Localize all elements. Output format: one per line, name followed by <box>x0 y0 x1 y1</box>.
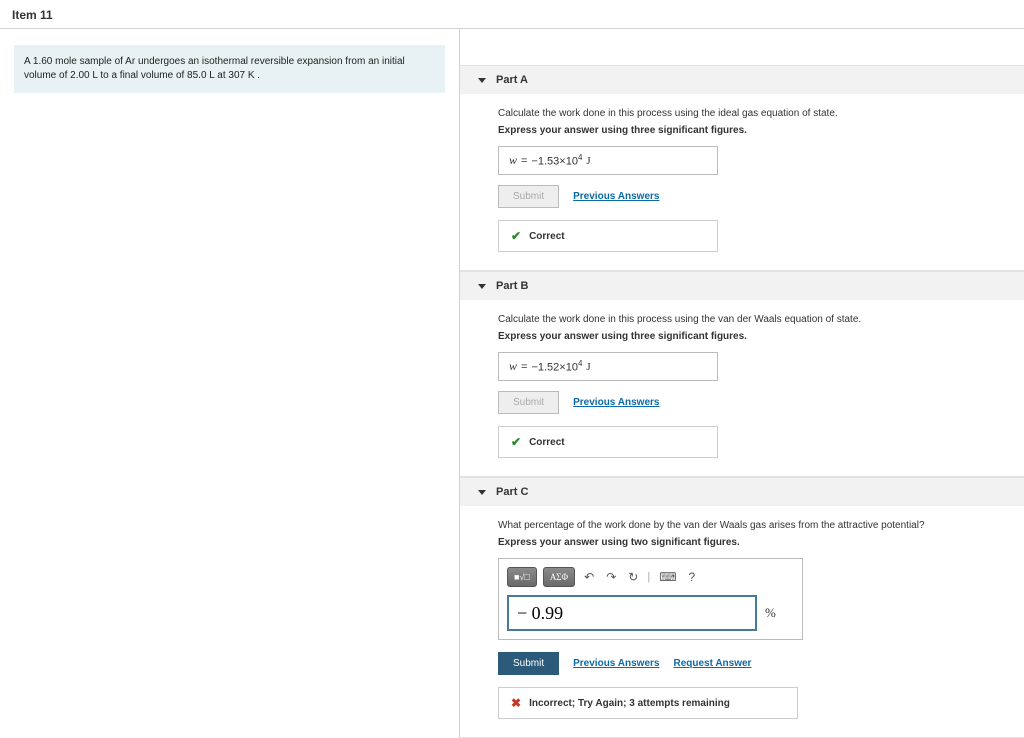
request-answer-link[interactable]: Request Answer <box>673 658 751 669</box>
part-c-label: Part C <box>496 486 528 498</box>
answer-unit: J <box>586 361 590 373</box>
part-c-prompt: What percentage of the work done by the … <box>498 520 1006 531</box>
toolbar-separator: | <box>647 571 650 583</box>
submit-button: Submit <box>498 391 559 414</box>
caret-down-icon <box>478 490 486 495</box>
page-title: Item 11 <box>0 0 1024 29</box>
redo-icon[interactable]: ↷ <box>603 570 619 584</box>
part-b-feedback: ✔ Correct <box>498 426 718 458</box>
part-a-prompt: Calculate the work done in this process … <box>498 108 1006 119</box>
part-c-header[interactable]: Part C <box>460 477 1024 506</box>
problem-statement: A 1.60 mole sample of Ar undergoes an is… <box>14 45 445 93</box>
part-c-buttons: Submit Previous Answers Request Answer <box>498 652 1006 675</box>
part-b-buttons: Submit Previous Answers <box>498 391 1006 414</box>
part-b-prompt: Calculate the work done in this process … <box>498 314 1006 325</box>
part-a-feedback: ✔ Correct <box>498 220 718 252</box>
part-b-body: Calculate the work done in this process … <box>460 300 1024 476</box>
part-c-instruction: Express your answer using two significan… <box>498 537 1006 548</box>
part-c: Part C What percentage of the work done … <box>460 477 1024 738</box>
template-tool-button[interactable]: ■√□ <box>507 567 537 587</box>
feedback-text: Correct <box>529 231 565 242</box>
part-a-label: Part A <box>496 74 528 86</box>
left-column: A 1.60 mole sample of Ar undergoes an is… <box>0 29 460 738</box>
part-b-instruction: Express your answer using three signific… <box>498 331 1006 342</box>
part-c-feedback: ✖ Incorrect; Try Again; 3 attempts remai… <box>498 687 798 719</box>
equals: = <box>521 155 527 167</box>
answer-variable: w <box>509 359 517 374</box>
answer-input-panel: ■√□ ΑΣΦ ↶ ↷ ↻ | ⌨ ? % <box>498 558 803 640</box>
symbols-tool-button[interactable]: ΑΣΦ <box>543 567 575 587</box>
previous-answers-link[interactable]: Previous Answers <box>573 397 659 408</box>
submit-button[interactable]: Submit <box>498 652 559 675</box>
part-a-body: Calculate the work done in this process … <box>460 94 1024 270</box>
help-icon[interactable]: ? <box>686 570 699 584</box>
answer-variable: w <box>509 153 517 168</box>
part-a: Part A Calculate the work done in this p… <box>460 65 1024 271</box>
answer-input[interactable] <box>507 595 757 631</box>
cross-icon: ✖ <box>511 696 521 710</box>
keyboard-icon[interactable]: ⌨ <box>656 570 679 584</box>
caret-down-icon <box>478 78 486 83</box>
check-icon: ✔ <box>511 229 521 243</box>
input-row: % <box>507 595 794 631</box>
reset-icon[interactable]: ↻ <box>625 570 641 584</box>
part-a-answer: w = −1.53×104 J <box>498 146 718 175</box>
part-b-header[interactable]: Part B <box>460 271 1024 300</box>
right-column: Part A Calculate the work done in this p… <box>460 29 1024 738</box>
undo-icon[interactable]: ↶ <box>581 570 597 584</box>
equals: = <box>521 361 527 373</box>
feedback-text: Correct <box>529 437 565 448</box>
answer-value: −1.52×104 <box>531 359 582 374</box>
caret-down-icon <box>478 284 486 289</box>
check-icon: ✔ <box>511 435 521 449</box>
part-b-answer: w = −1.52×104 J <box>498 352 718 381</box>
part-b: Part B Calculate the work done in this p… <box>460 271 1024 477</box>
answer-unit: J <box>586 155 590 167</box>
previous-answers-link[interactable]: Previous Answers <box>573 191 659 202</box>
unit-label: % <box>765 605 776 621</box>
previous-answers-link[interactable]: Previous Answers <box>573 658 659 669</box>
part-a-instruction: Express your answer using three signific… <box>498 125 1006 136</box>
main-layout: A 1.60 mole sample of Ar undergoes an is… <box>0 29 1024 738</box>
part-a-header[interactable]: Part A <box>460 65 1024 94</box>
part-a-buttons: Submit Previous Answers <box>498 185 1006 208</box>
part-b-label: Part B <box>496 280 528 292</box>
input-toolbar: ■√□ ΑΣΦ ↶ ↷ ↻ | ⌨ ? <box>507 567 794 587</box>
submit-button: Submit <box>498 185 559 208</box>
answer-value: −1.53×104 <box>531 153 582 168</box>
feedback-text: Incorrect; Try Again; 3 attempts remaini… <box>529 698 730 709</box>
part-c-body: What percentage of the work done by the … <box>460 506 1024 737</box>
